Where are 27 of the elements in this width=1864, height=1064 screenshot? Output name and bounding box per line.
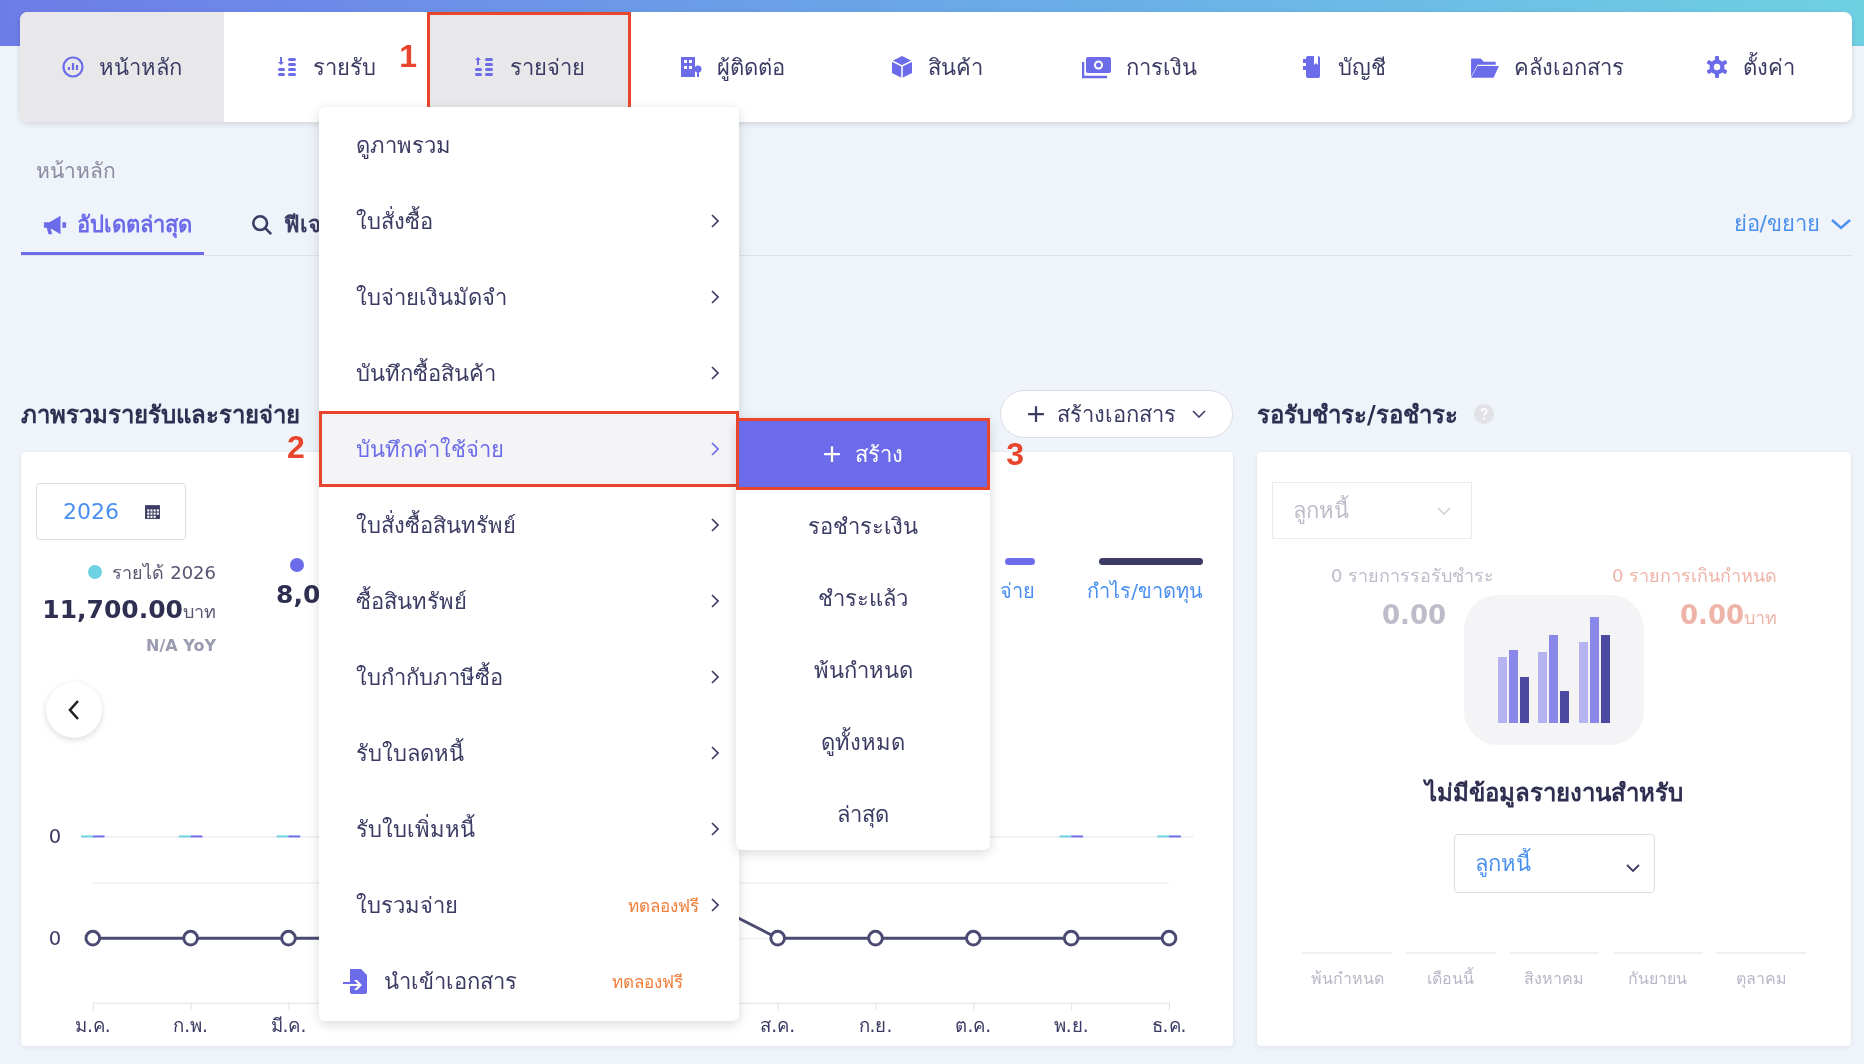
- axis-label: 0: [48, 927, 62, 951]
- axis-label: 0: [48, 825, 62, 849]
- axis-label: ม.ค.: [74, 1015, 111, 1037]
- free-trial-label: ทดลองฟรี: [628, 894, 699, 918]
- axis-label: ส.ค.: [760, 1015, 796, 1037]
- empty-message: ไม่มีข้อมูลรายงานสำหรับ: [1425, 778, 1683, 810]
- section-title: รอรับชำระ/รอชำระ: [1257, 399, 1458, 431]
- stat-label: รายได้ 2026: [112, 560, 216, 585]
- axis-label: ก.ย.: [858, 1015, 893, 1037]
- step-number: 2: [287, 429, 305, 466]
- axis-label: ธ.ค.: [1151, 1015, 1187, 1037]
- stat-label: 0 รายการรอรับชำระ: [1330, 564, 1495, 588]
- stat-value: 8,0: [276, 579, 321, 609]
- stat-label: 0 รายการเกินกำหนด: [1611, 564, 1778, 588]
- section-title: ภาพรวมรายรับและรายจ่าย: [21, 399, 300, 431]
- axis-label: พ.ย.: [1053, 1015, 1089, 1037]
- axis-label: ต.ค.: [955, 1015, 992, 1037]
- axis-label: มี.ค.: [270, 1015, 307, 1037]
- stat-value: 0.00บาท: [1679, 600, 1778, 632]
- yoy-text: N/A YoY: [146, 635, 216, 655]
- free-trial-label: ทดลองฟรี: [612, 970, 683, 994]
- step-number: 3: [1006, 436, 1024, 473]
- stat-value: 11,700.00บาท: [42, 594, 216, 626]
- breadcrumb: หน้าหลัก: [36, 158, 117, 185]
- stat-value: 0.00: [1381, 600, 1447, 630]
- step-number: 1: [399, 38, 417, 75]
- axis-label: ก.พ.: [173, 1015, 209, 1037]
